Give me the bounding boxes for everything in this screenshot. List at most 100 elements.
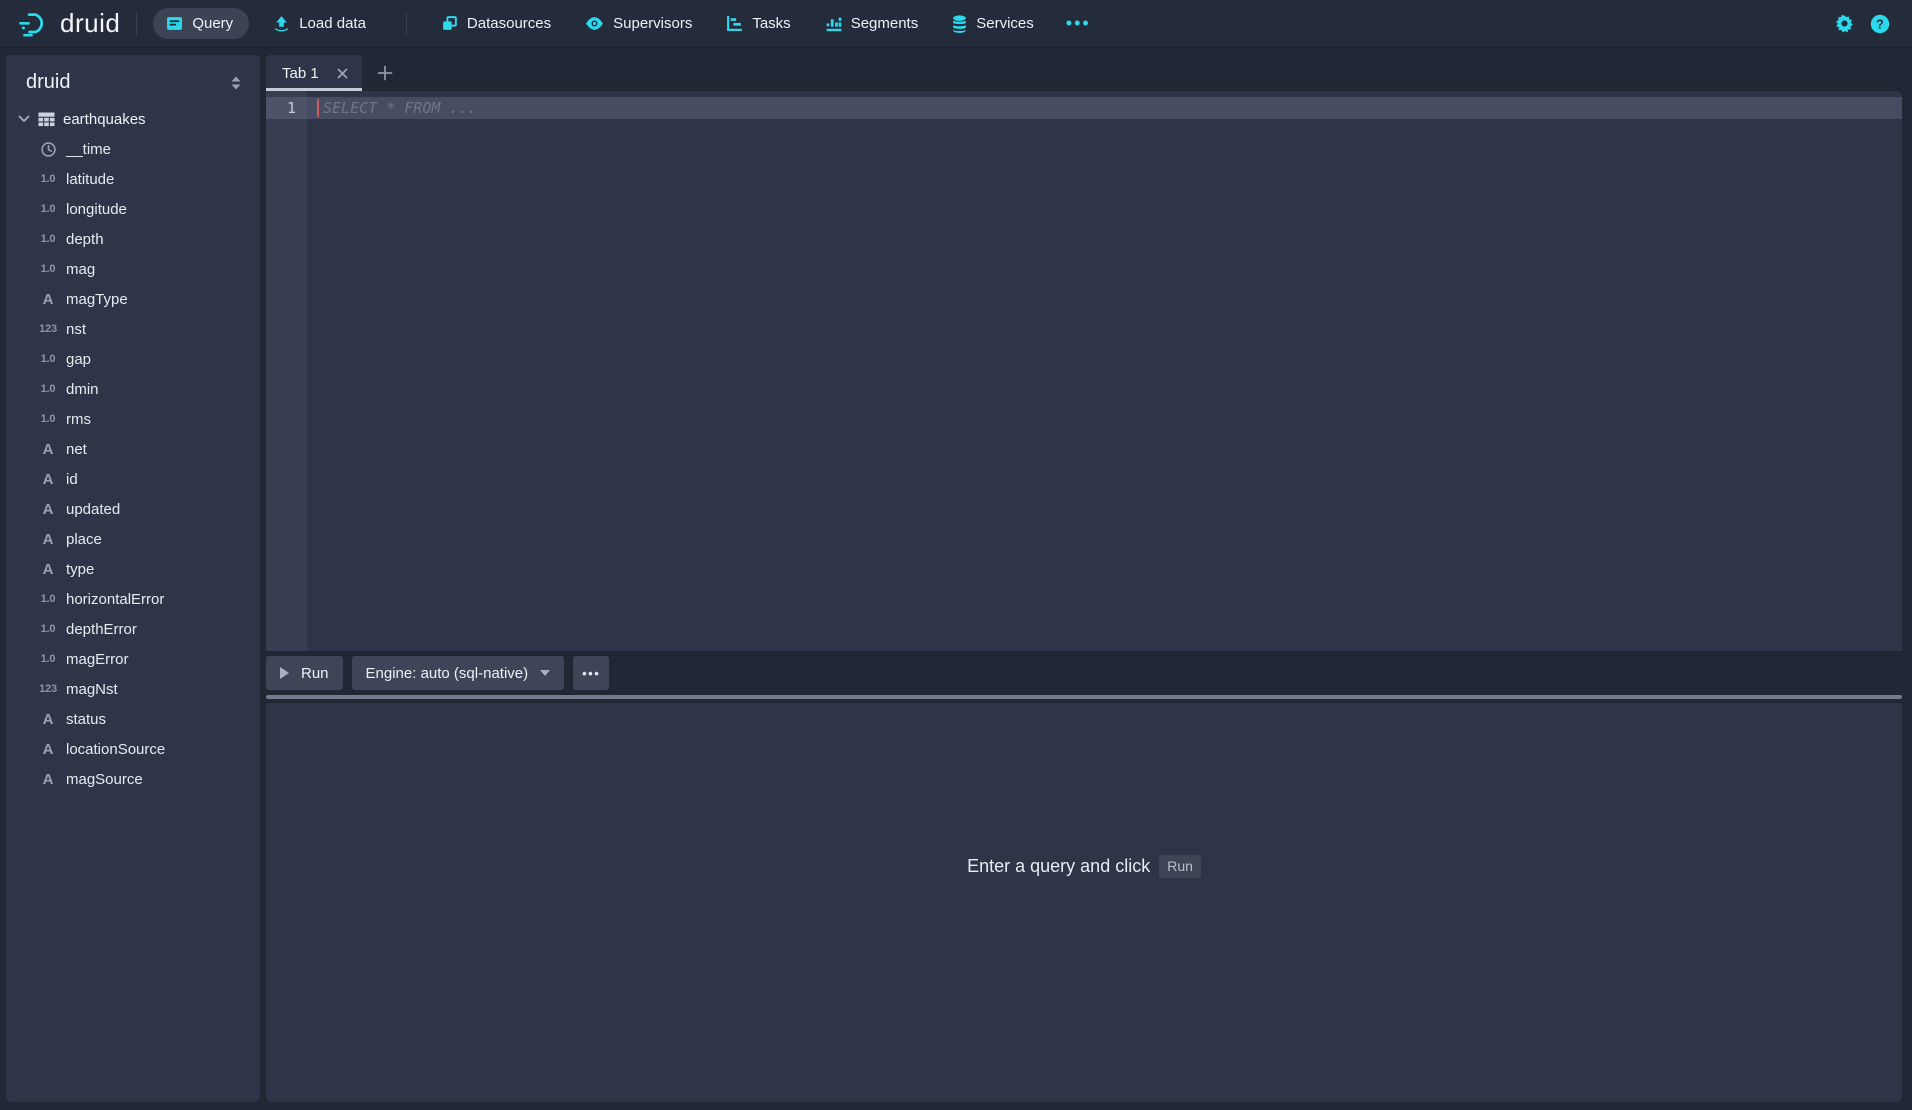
column-item[interactable]: 1.0 rms	[6, 404, 260, 434]
column-name: magNst	[66, 681, 118, 698]
float-type-icon: 1.0	[41, 593, 56, 605]
gear-icon[interactable]	[1835, 14, 1854, 33]
column-name: place	[66, 531, 102, 548]
nav-item-supervisors[interactable]: Supervisors	[575, 8, 702, 39]
column-name: magSource	[66, 771, 143, 788]
column-item[interactable]: 1.0 latitude	[6, 164, 260, 194]
column-name: depth	[66, 231, 104, 248]
column-name: horizontalError	[66, 591, 164, 608]
string-type-icon: A	[43, 771, 54, 788]
nav-item-label: Datasources	[467, 15, 551, 32]
column-item[interactable]: 1.0 magError	[6, 644, 260, 674]
gantt-icon	[726, 15, 743, 32]
close-icon[interactable]	[335, 66, 350, 81]
svg-text:?: ?	[1876, 17, 1884, 31]
run-button-label: Run	[301, 665, 329, 682]
column-name: type	[66, 561, 94, 578]
string-type-icon: A	[43, 441, 54, 458]
float-type-icon: 1.0	[41, 653, 56, 665]
brand[interactable]: druid	[18, 8, 120, 39]
column-item[interactable]: A type	[6, 554, 260, 584]
nav-item-query[interactable]: Query	[153, 8, 249, 39]
column-name: magType	[66, 291, 128, 308]
column-item[interactable]: 1.0 gap	[6, 344, 260, 374]
string-type-icon: A	[43, 741, 54, 758]
column-item[interactable]: A locationSource	[6, 734, 260, 764]
eye-icon	[585, 16, 604, 31]
column-item[interactable]: A place	[6, 524, 260, 554]
float-type-icon: 1.0	[41, 413, 56, 425]
number-type-icon: 123	[39, 683, 57, 695]
bar-chart-icon	[825, 15, 842, 32]
table-icon	[38, 112, 55, 127]
sort-icon[interactable]	[228, 74, 244, 92]
sql-editor[interactable]: 1 SELECT * FROM ...	[266, 91, 1902, 651]
nav-divider	[136, 13, 137, 35]
nav-item-label: Query	[192, 15, 233, 32]
nav-item-services[interactable]: Services	[942, 8, 1044, 40]
column-item[interactable]: A magSource	[6, 764, 260, 794]
column-item[interactable]: 1.0 mag	[6, 254, 260, 284]
column-item[interactable]: A status	[6, 704, 260, 734]
column-item[interactable]: 123 nst	[6, 314, 260, 344]
nav-item-segments[interactable]: Segments	[815, 8, 929, 39]
empty-message-text: Enter a query and click	[967, 856, 1150, 877]
column-item[interactable]: 1.0 horizontalError	[6, 584, 260, 614]
engine-select[interactable]: Engine: auto (sql-native)	[352, 656, 565, 690]
text-cursor	[317, 99, 319, 117]
schema-header: druid	[6, 59, 260, 104]
float-type-icon: 1.0	[41, 173, 56, 185]
column-name: rms	[66, 411, 91, 428]
panel-splitter[interactable]	[266, 695, 1902, 699]
query-icon	[166, 15, 183, 32]
column-name: gap	[66, 351, 91, 368]
nav-item-label: Tasks	[752, 15, 790, 32]
number-type-icon: 123	[39, 323, 57, 335]
chevron-down-icon	[18, 115, 30, 123]
column-item[interactable]: A net	[6, 434, 260, 464]
schema-sidebar: druid earthquakes	[6, 55, 260, 1102]
druid-logo-icon	[18, 10, 50, 37]
schema-title: druid	[26, 71, 70, 94]
query-workbench: Tab 1 1 SELECT * FROM ... R	[266, 55, 1902, 1102]
time-type-icon	[41, 142, 56, 157]
brand-wordmark: druid	[60, 8, 120, 39]
column-item[interactable]: A updated	[6, 494, 260, 524]
column-name: status	[66, 711, 106, 728]
new-tab-button[interactable]	[368, 55, 402, 91]
database-icon	[952, 15, 967, 33]
main-area: druid earthquakes	[0, 48, 1912, 1110]
editor-gutter	[266, 91, 307, 651]
column-item[interactable]: 1.0 dmin	[6, 374, 260, 404]
help-icon[interactable]: ?	[1870, 14, 1890, 34]
column-item[interactable]: 123 magNst	[6, 674, 260, 704]
nav-item-label: Load data	[299, 15, 366, 32]
run-button[interactable]: Run	[266, 656, 343, 690]
column-item[interactable]: 1.0 depthError	[6, 614, 260, 644]
nav-more-menu[interactable]: •••	[1058, 13, 1099, 34]
nav-item-label: Supervisors	[613, 15, 692, 32]
column-name: dmin	[66, 381, 99, 398]
tab-1[interactable]: Tab 1	[266, 55, 362, 91]
column-item[interactable]: A magType	[6, 284, 260, 314]
nav-item-datasources[interactable]: Datasources	[431, 8, 561, 39]
more-options-button[interactable]: •••	[573, 656, 609, 690]
datasource-earthquakes[interactable]: earthquakes	[6, 104, 260, 134]
empty-results-message: Enter a query and click Run	[967, 855, 1201, 878]
column-name: longitude	[66, 201, 127, 218]
datasource-name: earthquakes	[63, 111, 146, 128]
editor-placeholder: SELECT * FROM ...	[323, 99, 477, 117]
string-type-icon: A	[43, 291, 54, 308]
nav-item-tasks[interactable]: Tasks	[716, 8, 800, 39]
column-name: updated	[66, 501, 120, 518]
nav-item-load-data[interactable]: Load data	[263, 8, 376, 39]
datasources-icon	[441, 15, 458, 32]
column-item[interactable]: __time	[6, 134, 260, 164]
tab-label: Tab 1	[282, 65, 319, 82]
column-item[interactable]: A id	[6, 464, 260, 494]
column-name: nst	[66, 321, 86, 338]
column-item[interactable]: 1.0 longitude	[6, 194, 260, 224]
string-type-icon: A	[43, 471, 54, 488]
column-item[interactable]: 1.0 depth	[6, 224, 260, 254]
play-icon	[280, 667, 289, 679]
